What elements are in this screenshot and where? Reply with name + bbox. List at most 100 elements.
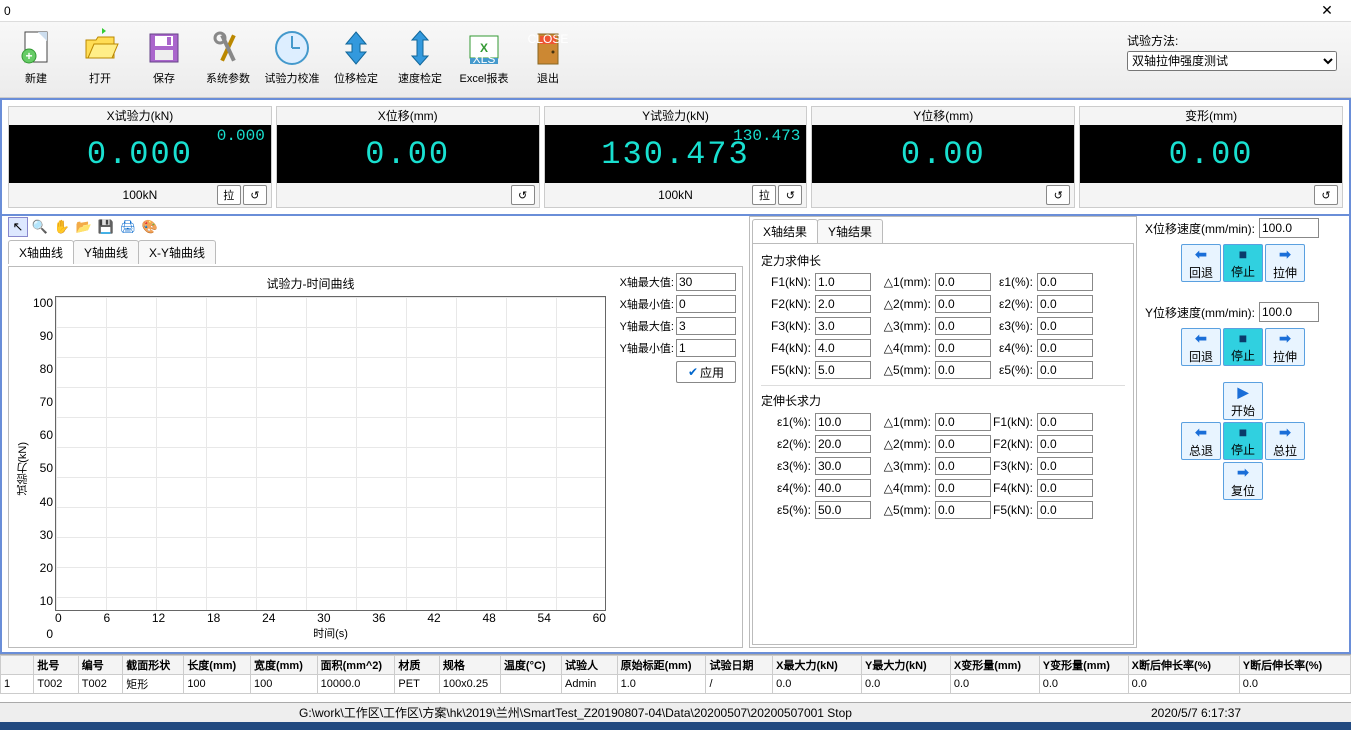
allfwd-button[interactable]: ➡总拉 <box>1265 422 1305 460</box>
ydisp-reset-button[interactable]: ↺ <box>1046 185 1070 205</box>
yforce-reset-button[interactable]: ↺ <box>778 185 802 205</box>
chart-toolbar: ↖ 🔍 ✋ 📂 💾 🖨 🎨 <box>8 216 743 238</box>
palette-icon[interactable]: 🎨 <box>140 217 160 237</box>
sectB-title: 定伸长求力 <box>761 392 1125 409</box>
allstop-button[interactable]: ■停止 <box>1223 422 1263 460</box>
axis-controls: X轴最大值: X轴最小值: Y轴最大值: Y轴最小值: ✔应用 <box>612 267 742 647</box>
tab-xresult[interactable]: X轴结果 <box>752 219 818 243</box>
xspeed-input[interactable] <box>1259 218 1319 238</box>
y-fwd-button[interactable]: ➡拉伸 <box>1265 328 1305 366</box>
e2a-input[interactable] <box>1037 295 1093 313</box>
f4-input[interactable] <box>815 339 871 357</box>
status-time: 2020/5/7 6:17:37 <box>1151 706 1351 720</box>
excel-button[interactable]: XXLS Excel报表 <box>454 26 514 94</box>
excel-icon: XXLS <box>462 26 506 70</box>
xdisp-reset-button[interactable]: ↺ <box>511 185 535 205</box>
tab-xcurve[interactable]: X轴曲线 <box>8 240 74 264</box>
e1a-input[interactable] <box>1037 273 1093 291</box>
table-header: 批号编号截面形状长度(mm)宽度(mm)面积(mm^2)材质规格温度(°C)试验… <box>1 656 1351 675</box>
e5a-input[interactable] <box>1037 361 1093 379</box>
y-back-button[interactable]: ⬅回退 <box>1181 328 1221 366</box>
zoom-icon[interactable]: 🔍 <box>30 217 50 237</box>
f2-input[interactable] <box>815 295 871 313</box>
f1b-input[interactable] <box>1037 413 1093 431</box>
sysparam-button[interactable]: 系统参数 <box>198 26 258 94</box>
tab-ycurve[interactable]: Y轴曲线 <box>73 240 139 264</box>
exit-button[interactable]: CLOSE 退出 <box>518 26 578 94</box>
f1-input[interactable] <box>815 273 871 291</box>
apply-button[interactable]: ✔应用 <box>676 361 736 383</box>
e1b-input[interactable] <box>815 413 871 431</box>
print-icon[interactable]: 🖨 <box>118 217 138 237</box>
svg-text:CLOSE: CLOSE <box>528 32 568 46</box>
readout-ydisp: Y位移(mm) 0.00 ↺ <box>811 106 1075 208</box>
deform-reset-button[interactable]: ↺ <box>1314 185 1338 205</box>
chart-title: 试验力-时间曲线 <box>15 275 606 292</box>
y-stop-button[interactable]: ■停止 <box>1223 328 1263 366</box>
data-table[interactable]: 批号编号截面形状长度(mm)宽度(mm)面积(mm^2)材质规格温度(°C)试验… <box>0 654 1351 702</box>
e4a-input[interactable] <box>1037 339 1093 357</box>
e5b-input[interactable] <box>815 501 871 519</box>
readout-deform: 变形(mm) 0.00 ↺ <box>1079 106 1343 208</box>
taskbar-sliver <box>0 722 1351 730</box>
tools-icon <box>206 26 250 70</box>
reset-button[interactable]: ➡复位 <box>1223 462 1263 500</box>
updown2-icon <box>398 26 442 70</box>
xmin-input[interactable] <box>676 295 736 313</box>
folder-icon[interactable]: 📂 <box>74 217 94 237</box>
svg-text:+: + <box>25 49 32 63</box>
e3b-input[interactable] <box>815 457 871 475</box>
method-select[interactable]: 双轴拉伸强度测试 <box>1127 51 1337 71</box>
x-back-button[interactable]: ⬅回退 <box>1181 244 1221 282</box>
start-button[interactable]: ▶开始 <box>1223 382 1263 420</box>
calibforce-button[interactable]: 试验力校准 <box>262 26 322 94</box>
xforce-mode-button[interactable]: 拉 <box>217 185 241 205</box>
yspeed-input[interactable] <box>1259 302 1319 322</box>
new-icon: + <box>14 26 58 70</box>
svg-text:XLS: XLS <box>473 52 496 66</box>
close-icon[interactable]: ✕ <box>1307 2 1347 19</box>
chart-plot[interactable] <box>55 296 606 611</box>
save-button[interactable]: 保存 <box>134 26 194 94</box>
clock-icon <box>270 26 314 70</box>
new-button[interactable]: + 新建 <box>6 26 66 94</box>
open-button[interactable]: 打开 <box>70 26 130 94</box>
yforce-mode-button[interactable]: 拉 <box>752 185 776 205</box>
calibspeed-button[interactable]: 速度检定 <box>390 26 450 94</box>
ymax-input[interactable] <box>676 317 736 335</box>
xmax-input[interactable] <box>676 273 736 291</box>
e4b-input[interactable] <box>815 479 871 497</box>
x-stop-button[interactable]: ■停止 <box>1223 244 1263 282</box>
chart-panel: 试验力-时间曲线 试验力(kN) 1009080706050403020100 … <box>9 267 612 647</box>
door-icon: CLOSE <box>526 26 570 70</box>
xforce-reset-button[interactable]: ↺ <box>243 185 267 205</box>
f3-input[interactable] <box>815 317 871 335</box>
readout-xforce: X试验力(kN) 0.0000.000 100kN拉↺ <box>8 106 272 208</box>
sectB-grid: ε1(%):△1(mm):F1(kN): ε2(%):△2(mm):F2(kN)… <box>761 413 1125 519</box>
window-title: 0 <box>4 4 11 18</box>
table-row[interactable]: 1T002T002矩形10010010000.0PET100x0.25Admin… <box>1 675 1351 694</box>
allback-button[interactable]: ⬅总退 <box>1181 422 1221 460</box>
yspeed-label: Y位移速度(mm/min): <box>1145 304 1255 321</box>
e2b-input[interactable] <box>815 435 871 453</box>
calibdisp-button[interactable]: 位移检定 <box>326 26 386 94</box>
xspeed-label: X位移速度(mm/min): <box>1145 220 1255 237</box>
open-icon <box>78 26 122 70</box>
tab-xycurve[interactable]: X-Y轴曲线 <box>138 240 216 264</box>
method-label: 试验方法: <box>1127 32 1337 49</box>
f4b-input[interactable] <box>1037 479 1093 497</box>
main-toolbar: + 新建 打开 保存 系统参数 试验力校准 位移检定 速度检定 XXLS Exc… <box>0 22 1351 98</box>
x-fwd-button[interactable]: ➡拉伸 <box>1265 244 1305 282</box>
pointer-icon[interactable]: ↖ <box>8 217 28 237</box>
tab-yresult[interactable]: Y轴结果 <box>817 219 883 243</box>
f5-input[interactable] <box>815 361 871 379</box>
save-chart-icon[interactable]: 💾 <box>96 217 116 237</box>
sectA-grid: F1(kN):△1(mm):ε1(%): F2(kN):△2(mm):ε2(%)… <box>761 273 1125 379</box>
f3b-input[interactable] <box>1037 457 1093 475</box>
pan-icon[interactable]: ✋ <box>52 217 72 237</box>
updown-icon <box>334 26 378 70</box>
ymin-input[interactable] <box>676 339 736 357</box>
f5b-input[interactable] <box>1037 501 1093 519</box>
e3a-input[interactable] <box>1037 317 1093 335</box>
f2b-input[interactable] <box>1037 435 1093 453</box>
